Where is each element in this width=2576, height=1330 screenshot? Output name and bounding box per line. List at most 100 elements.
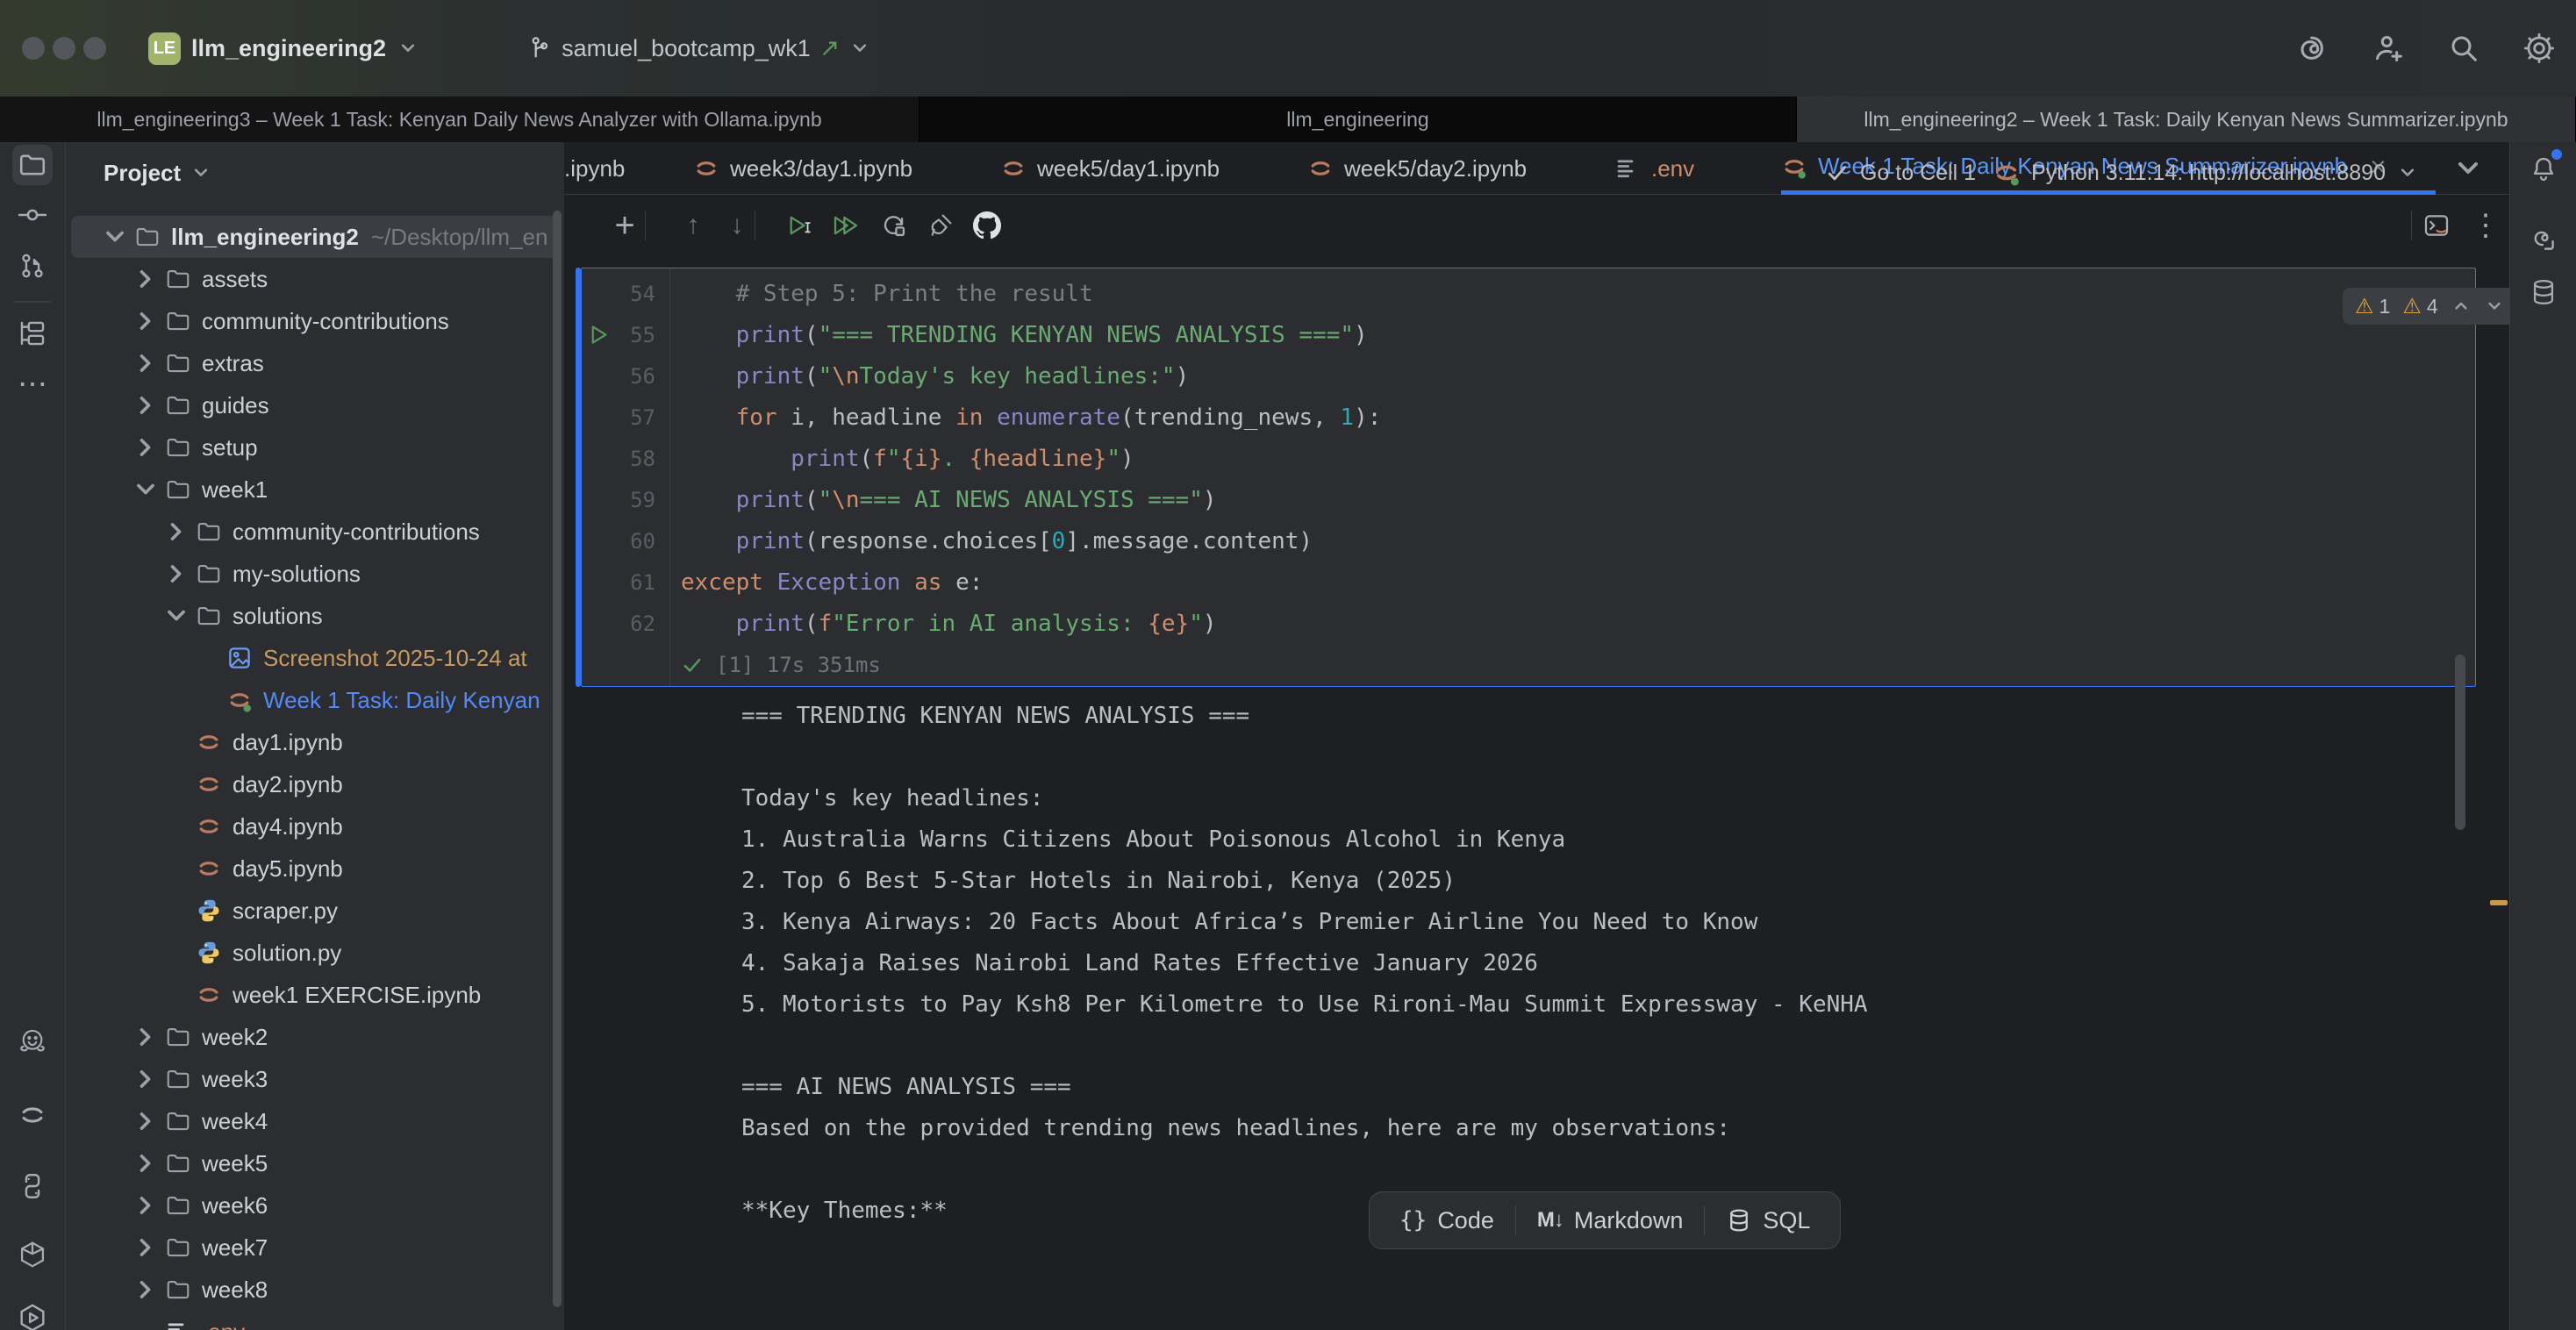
gear-icon[interactable] <box>2522 31 2557 66</box>
goto-cell-widget[interactable]: Go to Cell 1 <box>1825 142 1976 204</box>
editor-tab[interactable]: .env <box>1614 142 1694 195</box>
chevron-right-icon[interactable] <box>130 1058 161 1100</box>
more-tools-button[interactable]: ⋯ <box>12 364 53 404</box>
tree-item-week1[interactable]: week1 <box>71 468 559 511</box>
tree-item-day1-ipynb[interactable]: day1.ipynb <box>71 721 559 763</box>
tree-item-week-1-task-daily-kenyan[interactable]: Week 1 Task: Daily Kenyan <box>71 679 559 721</box>
code-editor[interactable]: 54 # Step 5: Print the result55 print("=… <box>582 273 2475 685</box>
branch-widget[interactable]: samuel_bootcamp_wk1 ↗ <box>525 34 871 62</box>
chevron-right-icon[interactable] <box>161 553 192 595</box>
code-line[interactable]: 61except Exception as e: <box>582 561 2475 603</box>
tree-item-week2[interactable]: week2 <box>71 1016 559 1058</box>
code-line[interactable]: 60 print(response.choices[0].message.con… <box>582 520 2475 561</box>
code-line[interactable]: 59 print("\n=== AI NEWS ANALYSIS ===") <box>582 479 2475 520</box>
jupyter-console-button[interactable] <box>2417 206 2456 245</box>
editor-tab[interactable]: week5/day2.ipynb <box>1307 142 1527 195</box>
code-line[interactable]: 62 print(f"Error in AI analysis: {e}") <box>582 603 2475 644</box>
chevron-right-icon[interactable] <box>130 426 161 468</box>
tree-item-env[interactable]: .env <box>71 1311 559 1330</box>
hidden-tabs-chevron-icon[interactable] <box>2451 151 2486 186</box>
structure-tool-button[interactable] <box>12 313 53 354</box>
tree-item-week3[interactable]: week3 <box>71 1058 559 1100</box>
python-packages-tool-button[interactable] <box>12 1234 53 1275</box>
restart-kernel-button[interactable] <box>875 206 913 245</box>
run-cell-button[interactable] <box>781 206 819 245</box>
tree-item-community-contributions[interactable]: community-contributions <box>71 511 559 553</box>
tree-item-week8[interactable]: week8 <box>71 1269 559 1311</box>
tree-item-day5-ipynb[interactable]: day5.ipynb <box>71 847 559 890</box>
chevron-right-icon[interactable] <box>130 300 161 342</box>
tree-item-setup[interactable]: setup <box>71 426 559 468</box>
project-tree-scrollbar[interactable] <box>553 211 562 1307</box>
window-tab[interactable]: llm_engineering <box>919 97 1797 142</box>
add-code-cell-button[interactable]: {} Code <box>1378 1192 1515 1248</box>
add-cell-button[interactable]: + <box>605 206 644 245</box>
add-user-icon[interactable] <box>2371 31 2406 66</box>
kernel-selector[interactable]: Python 3.11.14: http://localhost:8890 <box>1993 142 2419 204</box>
tree-item-my-solutions[interactable]: my-solutions <box>71 553 559 595</box>
editor-tab[interactable]: week3/day1.ipynb <box>693 142 912 195</box>
inspection-badge[interactable]: ⚠4 <box>2402 295 2437 318</box>
tree-item-llm-engineering2[interactable]: llm_engineering2~/Desktop/llm_en <box>71 216 559 258</box>
jupyter-tool-button[interactable] <box>12 1095 53 1135</box>
tree-item-day2-ipynb[interactable]: day2.ipynb <box>71 763 559 805</box>
code-line[interactable]: 55 print("=== TRENDING KENYAN NEWS ANALY… <box>582 314 2475 355</box>
window-controls[interactable] <box>22 37 106 60</box>
chevron-right-icon[interactable] <box>130 1142 161 1184</box>
add-markdown-cell-button[interactable]: M↓ Markdown <box>1516 1192 1705 1248</box>
chevron-right-icon[interactable] <box>130 1269 161 1311</box>
tree-item-screenshot-2025-10-24-at[interactable]: Screenshot 2025-10-24 at <box>71 637 559 679</box>
chevron-right-icon[interactable] <box>161 511 192 553</box>
run-line-icon[interactable] <box>587 323 611 347</box>
tree-item-week1-exercise-ipynb[interactable]: week1 EXERCISE.ipynb <box>71 974 559 1016</box>
maximize-window-button[interactable] <box>83 37 106 60</box>
tree-item-community-contributions[interactable]: community-contributions <box>71 300 559 342</box>
inspections-widget[interactable]: ⚠1 ⚠4 <box>2343 288 2509 325</box>
move-down-button[interactable]: ↓ <box>718 206 756 245</box>
tree-item-day4-ipynb[interactable]: day4.ipynb <box>71 805 559 847</box>
code-line[interactable]: 58 print(f"{i}. {headline}") <box>582 438 2475 479</box>
add-sql-cell-button[interactable]: SQL <box>1705 1192 1831 1248</box>
ai-search-button[interactable] <box>2523 219 2564 260</box>
window-tab[interactable]: llm_engineering3 – Week 1 Task: Kenyan D… <box>0 97 919 142</box>
code-line[interactable]: 57 for i, headline in enumerate(trending… <box>582 397 2475 438</box>
chevron-right-icon[interactable] <box>130 1226 161 1269</box>
chevron-right-icon[interactable] <box>130 258 161 300</box>
chevron-right-icon[interactable] <box>130 1016 161 1058</box>
code-line[interactable]: 54 # Step 5: Print the result <box>582 273 2475 314</box>
more-actions-button[interactable]: ⋮ <box>2466 206 2505 245</box>
search-icon[interactable] <box>2446 31 2481 66</box>
project-tool-button[interactable] <box>12 145 53 185</box>
editor-tab[interactable]: week5/day1.ipynb <box>1000 142 1220 195</box>
previous-problem-icon[interactable] <box>2451 296 2472 317</box>
pull-request-tool-button[interactable] <box>12 246 53 286</box>
inspection-badge[interactable]: ⚠1 <box>2355 295 2390 318</box>
editor-scrollbar[interactable] <box>2455 654 2465 830</box>
tree-item-week5[interactable]: week5 <box>71 1142 559 1184</box>
chevron-down-icon[interactable] <box>99 216 131 258</box>
next-problem-icon[interactable] <box>2484 296 2505 317</box>
window-tab-active[interactable]: llm_engineering2 – Week 1 Task: Daily Ke… <box>1797 97 2576 142</box>
close-window-button[interactable] <box>22 37 45 60</box>
chevron-right-icon[interactable] <box>130 342 161 384</box>
editor-tab[interactable]: .ipynb <box>564 142 625 195</box>
tree-item-guides[interactable]: guides <box>71 384 559 426</box>
run-all-button[interactable] <box>826 206 865 245</box>
tree-item-week6[interactable]: week6 <box>71 1184 559 1226</box>
chevron-down-icon[interactable] <box>161 595 192 637</box>
chevron-right-icon[interactable] <box>130 1100 161 1142</box>
hugging-face-tool-button[interactable] <box>12 1021 53 1062</box>
tree-item-scraper-py[interactable]: scraper.py <box>71 890 559 932</box>
database-tool-button[interactable] <box>2523 272 2564 312</box>
tree-item-week4[interactable]: week4 <box>71 1100 559 1142</box>
code-line[interactable]: 56 print("\nToday's key headlines:") <box>582 355 2475 397</box>
tree-item-solutions[interactable]: solutions <box>71 595 559 637</box>
project-panel-header[interactable]: Project <box>66 142 564 204</box>
chevron-right-icon[interactable] <box>130 384 161 426</box>
services-tool-button[interactable] <box>12 1298 53 1330</box>
github-button[interactable] <box>968 206 1006 245</box>
chevron-down-icon[interactable] <box>130 468 161 511</box>
code-cell[interactable]: 54 # Step 5: Print the result55 print("=… <box>581 268 2476 687</box>
ai-assistant-icon[interactable] <box>2295 31 2330 66</box>
chevron-right-icon[interactable] <box>130 1184 161 1226</box>
